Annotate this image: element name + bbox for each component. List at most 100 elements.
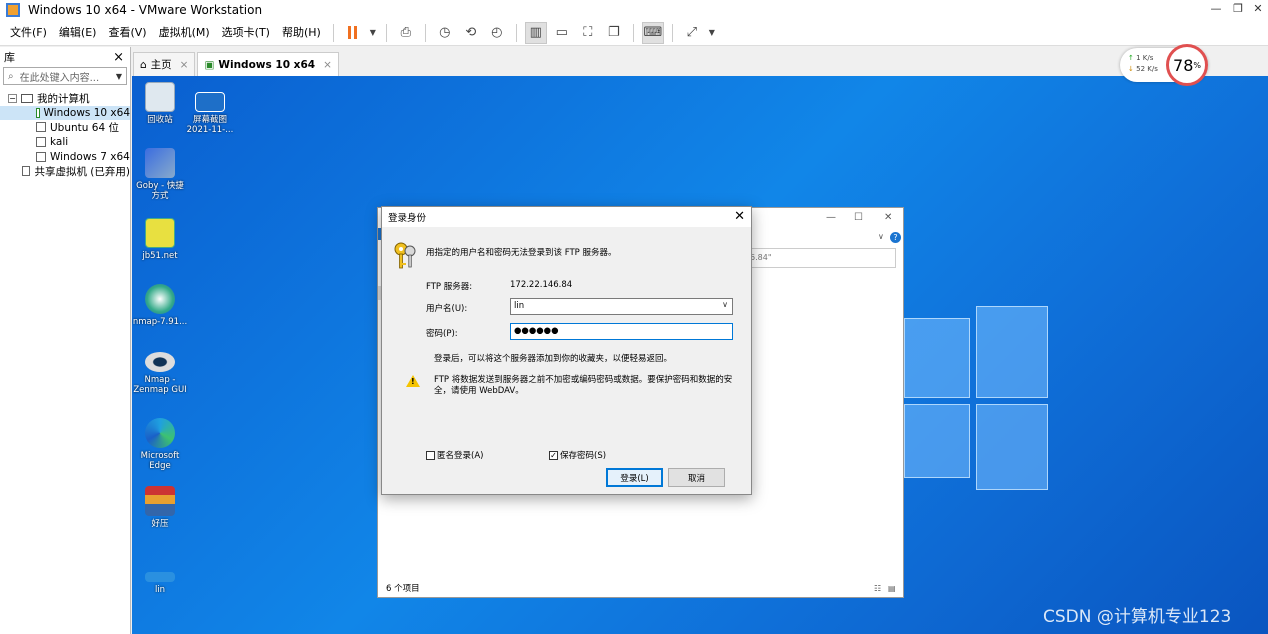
console-view-icon[interactable]: ⌨ — [641, 21, 664, 44]
title-bar: Windows 10 x64 - VMware Workstation — ❐ … — [0, 0, 1268, 20]
tree-shared-vms[interactable]: 共享虚拟机 (已弃用) — [0, 164, 130, 179]
tab-close-icon[interactable]: × — [323, 59, 332, 71]
menu-view[interactable]: 查看(V) — [102, 20, 152, 46]
desktop-icon-goby[interactable]: Goby - 快捷方式 — [132, 148, 188, 201]
minimize-button[interactable]: — — [1204, 0, 1228, 20]
ribbon-expand-icon[interactable]: ∨ — [878, 232, 884, 241]
logo-pane — [976, 306, 1048, 398]
tree-label: 共享虚拟机 (已弃用) — [34, 165, 130, 178]
menu-tabs[interactable]: 选项卡(T) — [216, 20, 276, 46]
search-placeholder: 在此处键入内容... — [19, 72, 100, 84]
desktop-icon-recycle-bin[interactable]: 回收站 — [132, 82, 188, 125]
desktop-icon-zenmap[interactable]: Nmap - Zenmap GUI — [132, 352, 188, 395]
tree-label: Windows 7 x64 — [50, 150, 130, 163]
collapse-icon[interactable]: − — [8, 93, 17, 103]
computer-icon — [21, 93, 33, 103]
desktop-icon-label: jb51.net — [142, 251, 178, 261]
login-button[interactable]: 登录(L) — [606, 468, 663, 487]
snapshot-manager-icon[interactable]: ◴ — [486, 22, 508, 44]
library-search-input[interactable]: ⌕ 在此处键入内容... ▼ — [3, 67, 127, 85]
network-monitor-widget[interactable]: ↑ 1 K/s ↓ 52 K/s 78% — [1120, 44, 1208, 86]
search-dropdown-icon[interactable]: ▼ — [116, 72, 122, 81]
desktop-icon-screenshot[interactable]: 屏幕截图 2021-11-... — [182, 92, 238, 135]
cancel-button[interactable]: 取消 — [668, 468, 725, 487]
csdn-watermark: CSDN @计算机专业123 — [1043, 607, 1232, 627]
dialog-close-button[interactable]: ✕ — [734, 209, 745, 224]
save-password-checkbox[interactable]: ✓ 保存密码(S) — [549, 449, 606, 461]
pause-button[interactable] — [342, 22, 364, 44]
checkbox-checked-icon: ✓ — [549, 450, 558, 460]
toolbar-divider — [424, 23, 426, 42]
desktop-icon-lin[interactable]: lin — [132, 572, 188, 595]
desktop-icon-nmap-installer[interactable]: nmap-7.91... — [132, 284, 188, 327]
help-icon[interactable]: ? — [890, 232, 901, 243]
tab-close-icon[interactable]: × — [180, 59, 189, 71]
tab-home[interactable]: ⌂ 主页 × — [133, 52, 196, 76]
explorer-close-button[interactable]: ✕ — [884, 212, 892, 223]
logo-pane — [904, 318, 970, 398]
zenmap-eye-icon — [145, 352, 175, 372]
vm-icon — [36, 137, 46, 148]
desktop-icon-edge[interactable]: Microsoft Edge — [132, 418, 188, 471]
tree-vm-windows7[interactable]: Windows 7 x64 — [0, 149, 130, 164]
search-icon: ⌕ — [8, 70, 14, 82]
details-view-icon[interactable]: ☷ — [874, 584, 881, 593]
tree-vm-ubuntu[interactable]: Ubuntu 64 位 — [0, 120, 130, 135]
stretch-dropdown-icon[interactable]: ▼ — [707, 22, 717, 44]
library-close-icon[interactable]: × — [113, 50, 124, 65]
nmap-installer-icon — [145, 284, 175, 314]
memory-gauge: 78% — [1166, 44, 1208, 86]
desktop-icon-jb51[interactable]: jb51.net — [132, 218, 188, 261]
close-button[interactable]: ✕ — [1246, 0, 1268, 20]
checkbox-label: 匿名登录(A) — [437, 451, 484, 461]
home-icon: ⌂ — [140, 58, 147, 71]
tree-my-computer[interactable]: − 我的计算机 — [0, 91, 130, 106]
explorer-maximize-button[interactable]: ☐ — [854, 212, 863, 223]
snapshot-icon[interactable]: ◷ — [434, 22, 456, 44]
show-library-icon[interactable]: ▥ — [524, 21, 547, 44]
address-text: 6.84" — [750, 253, 772, 262]
checkbox-unchecked-icon — [426, 450, 435, 460]
window-title: Windows 10 x64 - VMware Workstation — [28, 3, 263, 17]
anonymous-login-checkbox[interactable]: 匿名登录(A) — [426, 449, 483, 461]
revert-snapshot-icon[interactable]: ⟲ — [460, 22, 482, 44]
tab-bar: ⌂ 主页 × ▣ Windows 10 x64 × — [133, 52, 341, 76]
toolbar-divider — [632, 23, 634, 42]
explorer-address-bar[interactable]: 6.84" — [746, 248, 896, 268]
upload-rate: 1 K/s — [1136, 54, 1154, 62]
desktop-icon-label: lin — [154, 585, 166, 595]
desktop-icon-haozip[interactable]: 好压 — [132, 486, 188, 529]
unity-icon[interactable]: ❐ — [603, 22, 625, 44]
password-value: ●●●●●● — [514, 326, 559, 336]
toolbar-divider — [671, 23, 673, 42]
explorer-minimize-button[interactable]: — — [826, 212, 836, 223]
menu-edit[interactable]: 编辑(E) — [53, 20, 103, 46]
tiles-view-icon[interactable]: ▤ — [888, 584, 896, 593]
tree-label: 我的计算机 — [37, 92, 90, 105]
desktop-icon-label: Microsoft Edge — [140, 451, 180, 471]
tree-vm-kali[interactable]: kali — [0, 135, 130, 150]
menu-toolbar: 文件(F) 编辑(E) 查看(V) 虚拟机(M) 选项卡(T) 帮助(H) ▼ … — [0, 20, 1268, 46]
chevron-down-icon[interactable]: ∨ — [722, 300, 728, 309]
menu-vm[interactable]: 虚拟机(M) — [153, 20, 216, 46]
username-combobox[interactable]: lin ∨ — [510, 298, 733, 315]
password-label: 密码(P): — [426, 329, 458, 339]
full-screen-icon[interactable]: ⛶ — [577, 22, 599, 44]
recycle-bin-icon — [145, 82, 175, 112]
dialog-title-bar: 登录身份 ✕ — [382, 207, 751, 227]
toolbar-divider — [515, 23, 517, 42]
power-dropdown-icon[interactable]: ▼ — [368, 22, 378, 44]
password-field[interactable]: ●●●●●● — [510, 323, 733, 340]
vmware-logo-icon — [6, 3, 20, 17]
thumbnail-bar-icon[interactable]: ▭ — [551, 22, 573, 44]
tab-windows10[interactable]: ▣ Windows 10 x64 × — [197, 52, 339, 76]
menu-file[interactable]: 文件(F) — [4, 20, 53, 46]
vm-running-icon — [36, 107, 40, 118]
desktop-icon-label: 好压 — [151, 519, 169, 529]
send-ctrl-alt-del-icon[interactable]: ⎙ — [395, 22, 417, 44]
stretch-guest-icon[interactable]: ⤢ — [681, 22, 703, 44]
menu-help[interactable]: 帮助(H) — [276, 20, 327, 46]
toolbar-divider — [385, 23, 387, 42]
tree-vm-windows10[interactable]: Windows 10 x64 — [0, 105, 130, 121]
pause-icon — [348, 26, 358, 39]
